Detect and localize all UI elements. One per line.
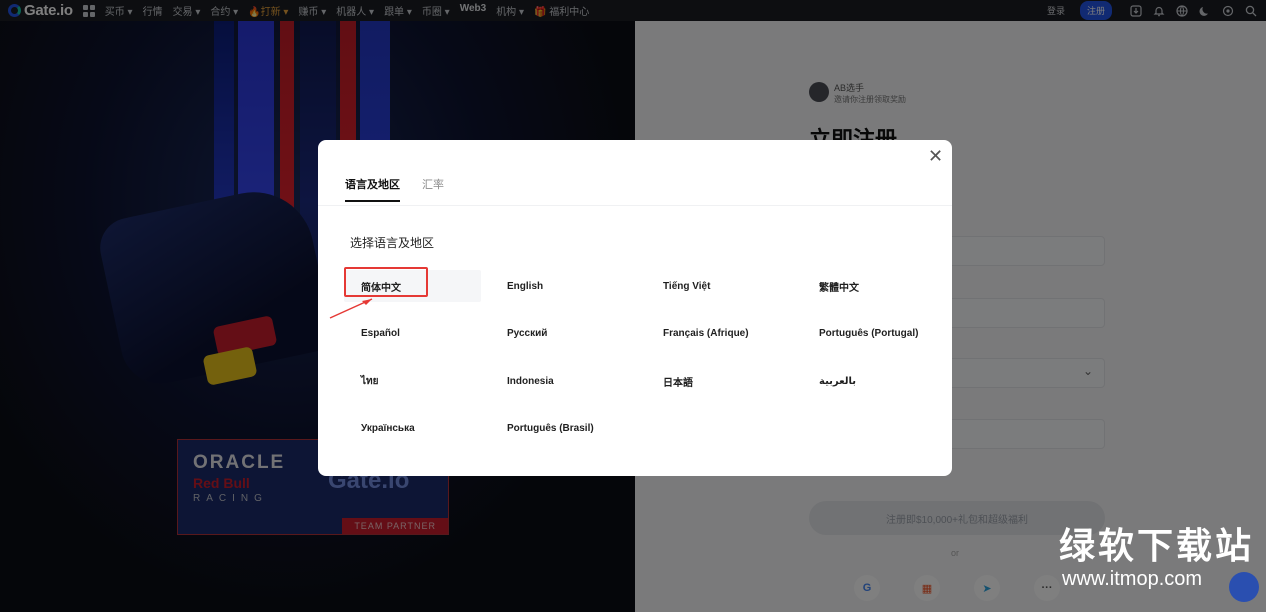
language-option[interactable]: 日本語 (646, 365, 793, 397)
language-option[interactable]: Español (344, 318, 481, 350)
language-option[interactable]: English (490, 270, 637, 302)
language-option[interactable]: Français (Afrique) (646, 318, 793, 350)
close-icon[interactable]: ✕ (928, 146, 943, 167)
tab-language-region[interactable]: 语言及地区 (345, 176, 400, 202)
pointer-arrow-icon (329, 298, 373, 319)
tab-divider (318, 205, 952, 206)
language-option[interactable]: ไทย (344, 365, 481, 397)
watermark-title: 绿软下载站 (1059, 525, 1255, 566)
modal-tabs: 语言及地区 汇率 (345, 176, 444, 202)
language-option[interactable]: بالعربية (802, 365, 939, 397)
language-option[interactable]: Indonesia (490, 365, 637, 397)
watermark-badge-icon (1229, 572, 1259, 602)
tab-exchange-rate[interactable]: 汇率 (422, 176, 444, 202)
language-option[interactable]: 繁體中文 (802, 270, 939, 302)
section-title: 选择语言及地区 (350, 236, 435, 250)
watermark-url: www.itmop.com (1062, 568, 1203, 590)
language-grid: 简体中文 English Tiếng Việt 繁體中文 Español Русский F… (344, 270, 934, 460)
language-option[interactable]: Українська (344, 413, 481, 445)
language-option[interactable]: Português (Portugal) (802, 318, 939, 350)
language-modal: ✕ 语言及地区 汇率 选择语言及地区 简体中文 English Tiếng Việt 繁… (318, 140, 952, 476)
language-option[interactable]: Русский (490, 318, 637, 350)
language-option[interactable]: Português (Brasil) (490, 413, 637, 445)
language-option[interactable]: Tiếng Việt (646, 270, 793, 302)
